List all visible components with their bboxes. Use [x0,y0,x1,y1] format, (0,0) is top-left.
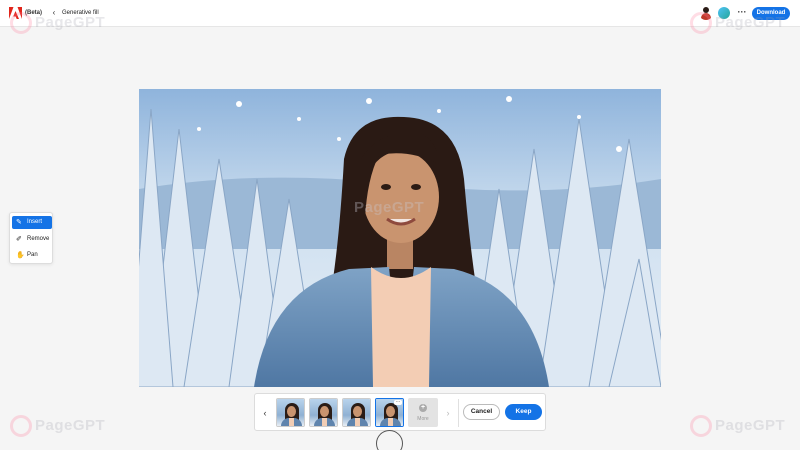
brush-cursor [376,430,403,450]
hand-icon: ✋ [16,252,25,259]
image-canvas[interactable]: PageGPT [139,89,661,387]
app-header: (Beta) ‹ Generative fill ··· Download [0,0,800,27]
watermark: PageGPT [690,415,785,437]
previous-variations-button[interactable]: ‹ [261,406,269,420]
divider [458,399,459,427]
tool-insert[interactable]: ✎ Insert [12,216,52,229]
watermark: PageGPT [10,415,105,437]
tool-remove[interactable]: ✐ Remove [12,233,52,246]
plus-icon: + [419,404,427,412]
tool-pan[interactable]: ✋ Pan [12,249,52,262]
variations-bar: ‹ ··· + More › Cancel Keep [254,393,546,431]
watermark: PageGPT [690,12,785,34]
cancel-button[interactable]: Cancel [463,404,500,420]
watermark: PageGPT [10,12,105,34]
portrait-snowy-forest-image [139,89,661,387]
tool-label: Insert [27,219,43,225]
variation-thumbnail-2[interactable] [309,398,338,427]
tool-panel: ✎ Insert ✐ Remove ✋ Pan [9,212,53,264]
watermark: PageGPT [354,199,425,216]
tool-label: Remove [27,236,50,242]
keep-button[interactable]: Keep [505,404,542,420]
more-variations-button[interactable]: + More [408,398,438,427]
tool-label: Pan [27,252,38,258]
variation-thumbnail-3[interactable] [342,398,371,427]
variation-thumbnail-4[interactable]: ··· [375,398,404,427]
insert-brush-icon: ✎ [16,219,22,226]
variation-thumbnail-1[interactable] [276,398,305,427]
remove-brush-icon: ✐ [16,236,22,243]
next-variations-button[interactable]: › [444,406,452,420]
more-label: More [417,416,429,422]
thumbnail-options-icon[interactable]: ··· [394,400,402,405]
